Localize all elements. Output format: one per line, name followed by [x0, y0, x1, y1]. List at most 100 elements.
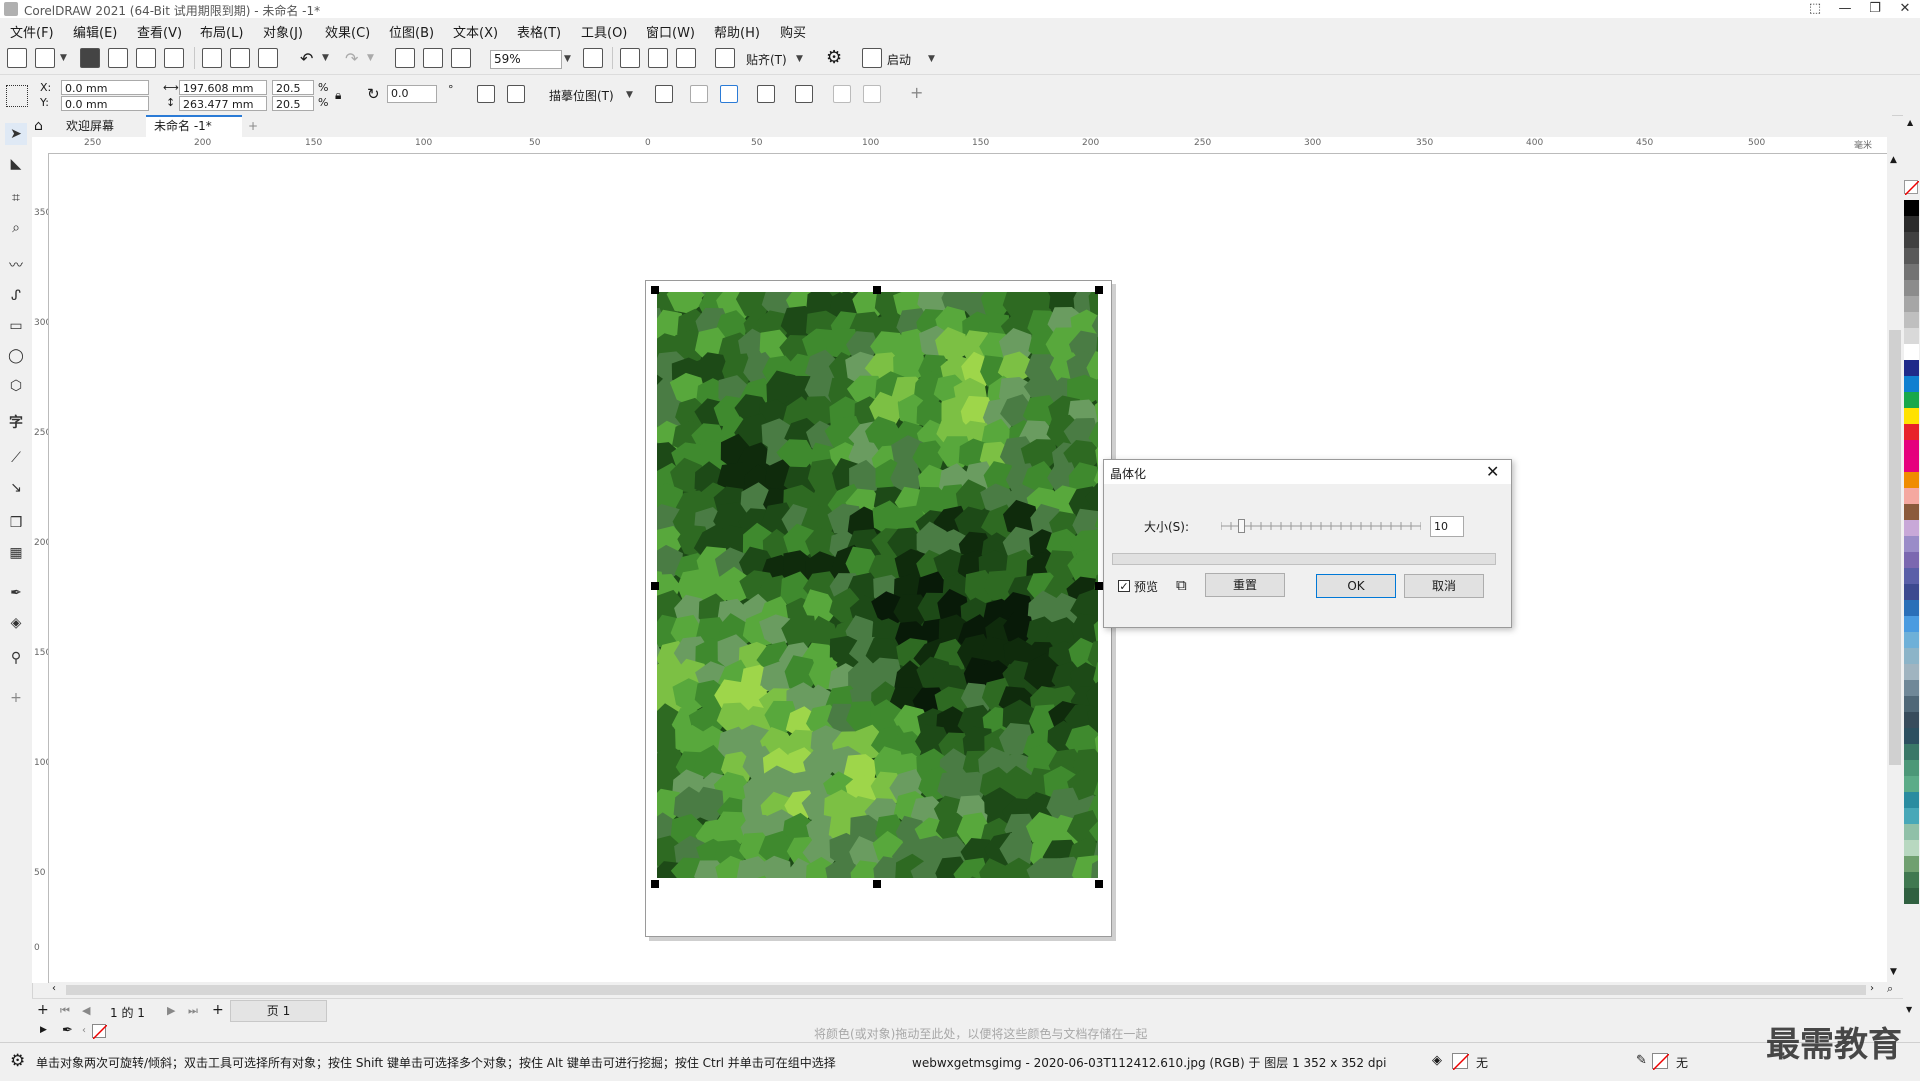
palette-swatch[interactable]: [1904, 728, 1919, 744]
palette-swatch[interactable]: [1904, 232, 1919, 248]
snap-off-icon[interactable]: [715, 48, 735, 68]
selection-handle[interactable]: [651, 286, 659, 294]
lock-ratio-icon[interactable]: 🔒︎: [335, 88, 341, 103]
export-icon[interactable]: [423, 48, 443, 68]
palette-swatch[interactable]: [1904, 712, 1919, 728]
options-gear-icon[interactable]: ⚙: [826, 47, 842, 68]
pick-tool-icon[interactable]: ➤: [5, 123, 27, 145]
palette-swatch[interactable]: [1904, 296, 1919, 312]
external-link-icon[interactable]: ⧉: [1176, 576, 1187, 594]
size-value-field[interactable]: 10: [1430, 516, 1464, 537]
shape-tool-icon[interactable]: ◣: [5, 153, 27, 175]
scroll-down-icon[interactable]: ▼: [1890, 967, 1897, 977]
cut-icon[interactable]: [202, 48, 222, 68]
launch-icon[interactable]: [862, 48, 882, 68]
scroll-right-icon[interactable]: ›: [1870, 983, 1874, 994]
zoom-level-field[interactable]: 59%: [490, 50, 562, 69]
ellipse-tool-icon[interactable]: ◯: [5, 345, 27, 367]
vertical-ruler[interactable]: 350 300 250 200 150 100 50 0: [32, 153, 49, 983]
quick-tool-icon[interactable]: ⬚: [1800, 0, 1830, 18]
show-grid-icon[interactable]: [648, 48, 668, 68]
eyedropper-icon[interactable]: ✒: [5, 582, 27, 604]
palette-swatch[interactable]: [1904, 264, 1919, 280]
palette-swatch[interactable]: [1904, 680, 1919, 696]
palette-swatch[interactable]: [1904, 744, 1919, 760]
mirror-vertical-icon[interactable]: [507, 85, 525, 103]
add-icon[interactable]: +: [910, 83, 923, 102]
snap-dropdown-icon[interactable]: ▼: [796, 54, 803, 64]
snap-to-button[interactable]: 贴齐(T): [746, 51, 787, 68]
palette-swatch[interactable]: [1904, 344, 1919, 360]
zoom-tool-icon[interactable]: ⌕: [5, 217, 27, 239]
new-document-icon[interactable]: [7, 48, 27, 68]
no-color-swatch[interactable]: [1904, 180, 1918, 194]
outline-pen-icon[interactable]: ✎: [1636, 1053, 1647, 1068]
drop-shadow-icon[interactable]: ❒: [5, 512, 27, 534]
horizontal-scroll-thumb[interactable]: [66, 985, 1866, 995]
publish-pdf-icon[interactable]: [451, 48, 471, 68]
preview-checkbox[interactable]: ✓: [1118, 580, 1130, 592]
crop-bitmap-icon[interactable]: [690, 85, 708, 103]
palette-swatch[interactable]: [1904, 376, 1919, 392]
status-gear-icon[interactable]: ⚙: [10, 1051, 25, 1071]
open-dropdown-icon[interactable]: ▼: [60, 53, 67, 63]
palette-swatch[interactable]: [1904, 824, 1919, 840]
next-page-icon[interactable]: ▶: [167, 1004, 175, 1017]
x-position-field[interactable]: 0.0 mm: [61, 80, 149, 95]
size-slider-thumb[interactable]: [1238, 519, 1245, 533]
transparency-tool-icon[interactable]: ▦: [5, 542, 27, 564]
menu-effects[interactable]: 效果(C): [325, 22, 370, 41]
tab-welcome-screen[interactable]: 欢迎屏幕: [58, 117, 122, 135]
crystallized-bitmap[interactable]: [657, 292, 1098, 878]
zoom-navigator-icon[interactable]: ⌕: [1887, 982, 1893, 996]
page-tab-1[interactable]: 页 1: [230, 1000, 327, 1022]
menu-table[interactable]: 表格(T): [517, 22, 561, 41]
palette-swatch[interactable]: [1904, 312, 1919, 328]
menu-text[interactable]: 文本(X): [453, 22, 498, 41]
ok-button[interactable]: OK: [1316, 574, 1396, 598]
polygon-tool-icon[interactable]: ⬡: [5, 375, 27, 397]
drawing-canvas[interactable]: [49, 154, 1887, 982]
palette-swatch[interactable]: [1904, 792, 1919, 808]
crop-tool-icon[interactable]: ⌗: [5, 187, 27, 209]
dialog-close-button[interactable]: ✕: [1486, 462, 1499, 481]
palette-swatch[interactable]: [1904, 408, 1919, 424]
palette-swatch[interactable]: [1904, 520, 1919, 536]
home-icon[interactable]: ⌂: [34, 118, 43, 134]
palette-swatch[interactable]: [1904, 424, 1919, 440]
smart-fill-icon[interactable]: ⚲: [5, 647, 27, 669]
minimize-button[interactable]: —: [1830, 0, 1860, 18]
prev-page-icon[interactable]: ◀: [82, 1004, 90, 1017]
fill-bucket-icon[interactable]: ◈: [1432, 1053, 1442, 1068]
menu-tools[interactable]: 工具(O): [581, 22, 627, 41]
palette-swatch[interactable]: [1904, 504, 1919, 520]
cloud-import-icon[interactable]: [108, 48, 128, 68]
save-icon[interactable]: [80, 48, 100, 68]
palette-swatch[interactable]: [1904, 568, 1919, 584]
full-screen-icon[interactable]: [583, 48, 603, 68]
launch-dropdown-icon[interactable]: ▼: [928, 54, 935, 64]
copy-icon[interactable]: [230, 48, 250, 68]
edit-bitmap-icon[interactable]: [655, 85, 673, 103]
palette-swatch[interactable]: [1904, 696, 1919, 712]
close-button[interactable]: ✕: [1890, 0, 1920, 18]
trace-dropdown-icon[interactable]: ▼: [626, 90, 633, 100]
palette-swatch[interactable]: [1904, 472, 1919, 488]
eyedropper-icon[interactable]: ✒: [62, 1023, 73, 1038]
artistic-media-icon[interactable]: ᔑ: [5, 285, 27, 307]
import-icon[interactable]: [395, 48, 415, 68]
palette-swatch[interactable]: [1904, 648, 1919, 664]
mirror-horizontal-icon[interactable]: [477, 85, 495, 103]
vertical-scroll-thumb[interactable]: [1889, 330, 1901, 765]
selection-handle[interactable]: [1095, 286, 1103, 294]
palette-swatch[interactable]: [1904, 536, 1919, 552]
scale-height-field[interactable]: 20.5: [272, 96, 314, 111]
text-tool-icon[interactable]: 字: [5, 412, 27, 434]
palette-swatch[interactable]: [1904, 360, 1919, 376]
palette-up-icon[interactable]: ▲: [1907, 118, 1913, 127]
scroll-up-icon[interactable]: ▲: [1890, 155, 1897, 165]
selection-handle[interactable]: [1095, 582, 1103, 590]
add-page-after-icon[interactable]: +: [212, 1002, 224, 1018]
print-icon[interactable]: [164, 48, 184, 68]
menu-bitmaps[interactable]: 位图(B): [389, 22, 434, 41]
